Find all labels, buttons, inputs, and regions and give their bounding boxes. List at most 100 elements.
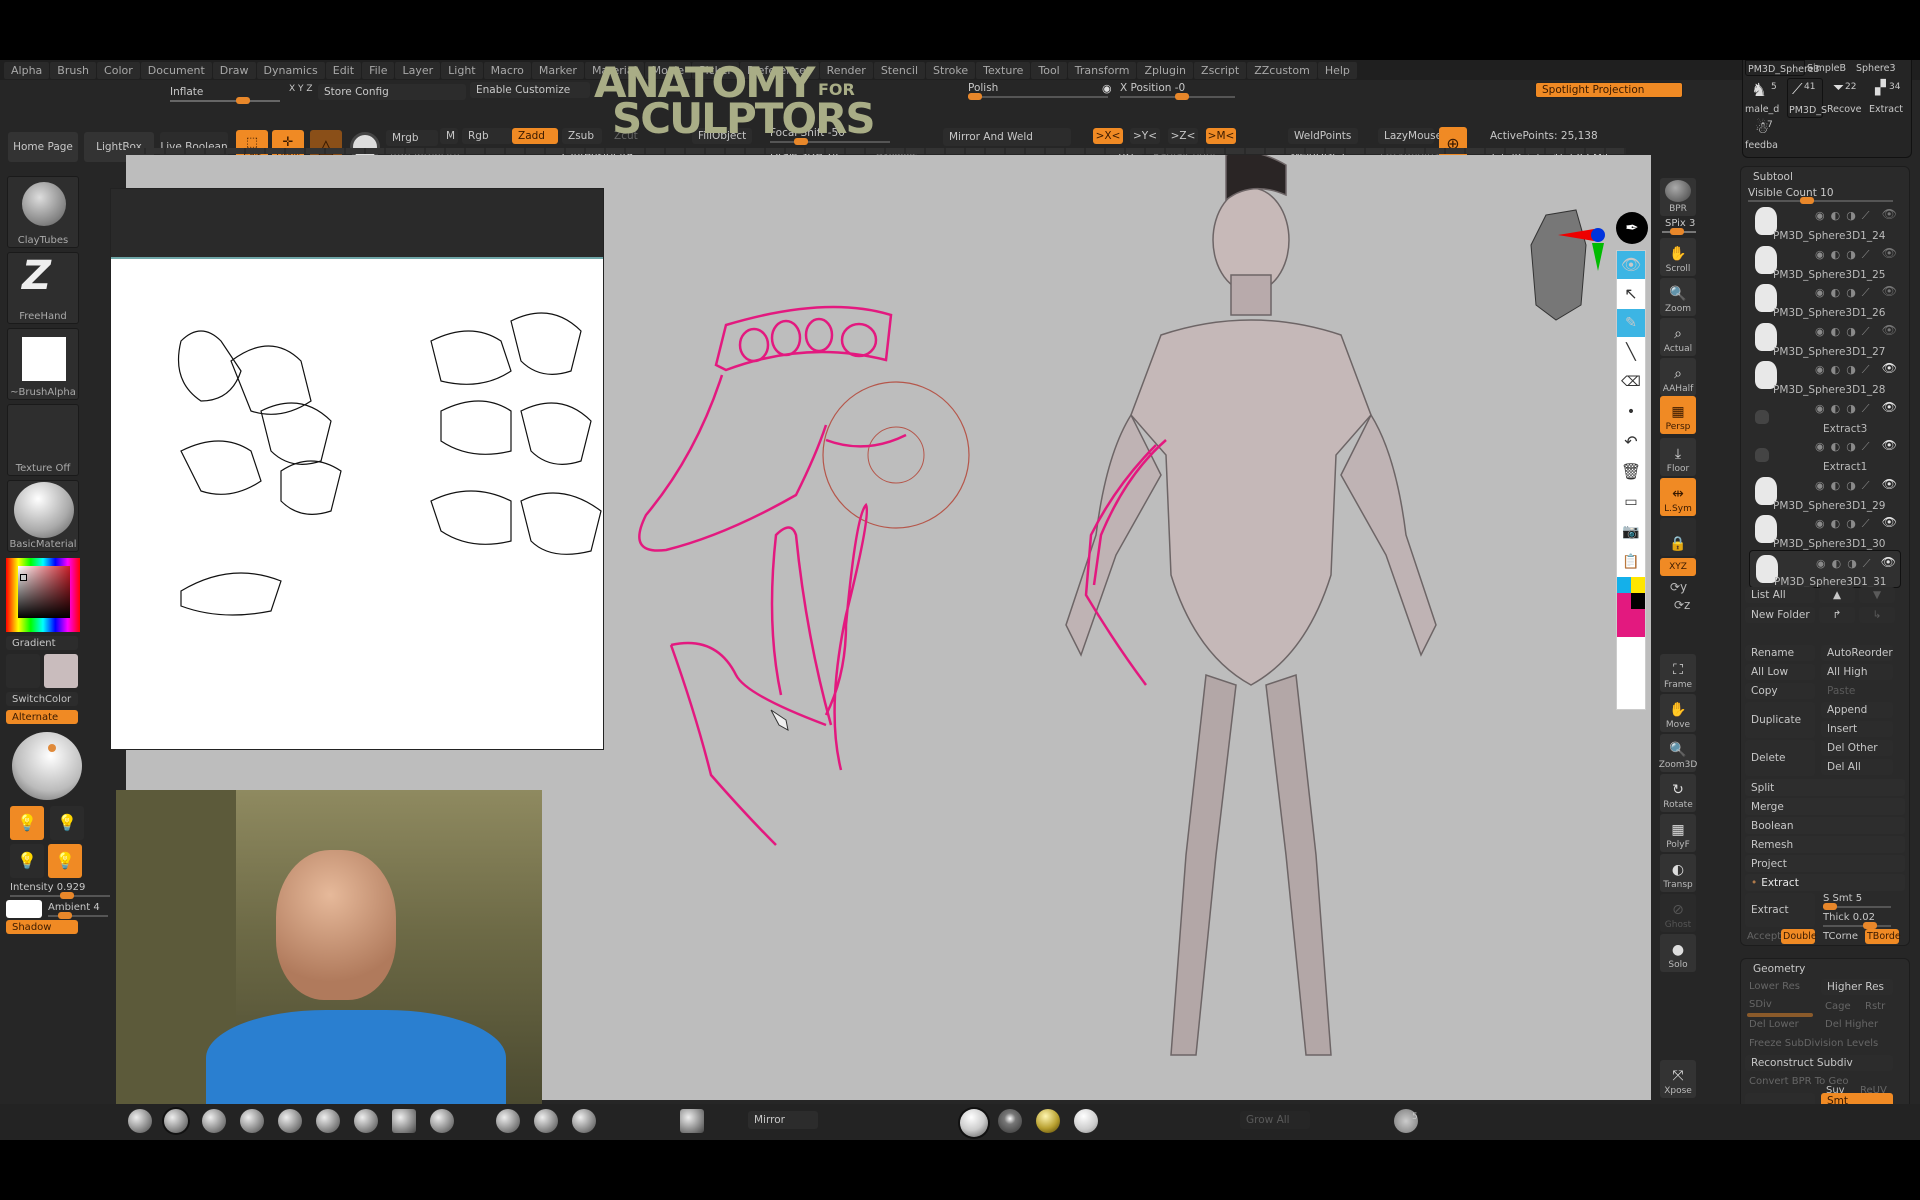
subtool-item[interactable]: ◉◐◑⟋ 👁 PM3D_Sphere3D1_27 <box>1749 319 1901 358</box>
material-thumb-gold[interactable] <box>1036 1109 1060 1133</box>
mrgb-button[interactable]: Mrgb <box>386 130 438 146</box>
subtool-item[interactable]: ◉◐◑⟋ 👁 PM3D_Sphere3D1_28 <box>1749 357 1901 396</box>
mirror-button[interactable]: Mirror <box>748 1111 818 1129</box>
del-other-button[interactable]: Del Other <box>1821 740 1893 756</box>
subtool-item[interactable]: ◉◐◑⟋ 👁 Extract1 <box>1749 434 1901 473</box>
menu-zplugin[interactable]: Zplugin <box>1137 61 1194 79</box>
symmetry-x-button[interactable]: >X< <box>1093 128 1123 144</box>
x-position-slider[interactable] <box>1120 93 1235 100</box>
light-bulb-3-icon[interactable]: 💡 <box>10 844 44 878</box>
visible-count-slider[interactable] <box>1748 197 1893 204</box>
remesh-section[interactable]: Remesh <box>1745 836 1905 853</box>
frame-button[interactable]: ⛶ Frame <box>1660 654 1696 692</box>
menu-texture[interactable]: Texture <box>976 61 1031 79</box>
brush-thumb-6[interactable] <box>316 1109 340 1133</box>
subtool-item[interactable]: ◉◐◑⟋ 👁 Extract3 <box>1749 396 1901 435</box>
tool-thumb-sphere3[interactable]: Sphere3 <box>1856 63 1896 74</box>
visibility-eye-icon[interactable]: 👁 <box>1882 323 1897 337</box>
tool-thumb-male[interactable]: ♞ 5 male_d <box>1745 78 1785 118</box>
rotate-button[interactable]: ↻ Rotate <box>1660 774 1696 812</box>
suv-toggle[interactable]: Suv <box>1826 1085 1845 1096</box>
tool-thumb-recover[interactable]: ⏷ 22 Recove <box>1827 78 1867 118</box>
subtool-item[interactable]: ◉◐◑⟋ 👁 PM3D_Sphere3D1_31 <box>1749 549 1901 588</box>
subtool-option-icons[interactable]: ◉◐◑⟋ <box>1815 248 1876 262</box>
menu-transform[interactable]: Transform <box>1067 61 1137 79</box>
subtool-item[interactable]: ◉◐◑⟋ 👁 PM3D_Sphere3D1_25 <box>1749 242 1901 281</box>
subtool-item[interactable]: ◉◐◑⟋ 👁 PM3D_Sphere3D1_30 <box>1749 511 1901 550</box>
rotate-y-icon[interactable]: ⟳y <box>1670 580 1687 594</box>
lower-res-button[interactable]: Lower Res <box>1749 981 1800 992</box>
redirect-down-button[interactable]: ↳ <box>1859 607 1895 623</box>
visibility-eye-icon[interactable]: 👁 <box>1882 361 1897 375</box>
weld-points-button[interactable]: WeldPoints <box>1288 128 1358 144</box>
reference-image-window[interactable] <box>110 188 604 750</box>
menu-tool[interactable]: Tool <box>1031 61 1067 79</box>
thick-slider[interactable] <box>1823 922 1891 929</box>
split-section[interactable]: Split <box>1745 779 1905 796</box>
subtool-option-icons[interactable]: ◉◐◑⟋ <box>1815 517 1876 531</box>
tool-thumb-extract[interactable]: ▞ 34 Extract <box>1869 78 1911 118</box>
move-up-button[interactable]: ▲ <box>1819 587 1855 603</box>
visibility-eye-icon[interactable]: 👁 <box>1882 515 1897 529</box>
alternate-button[interactable]: Alternate <box>6 710 78 724</box>
menu-stencil[interactable]: Stencil <box>873 61 926 79</box>
copy-button[interactable]: Copy <box>1745 683 1815 699</box>
visibility-eye-icon[interactable]: 👁 <box>1882 246 1897 260</box>
brush-thumb-4[interactable] <box>240 1109 264 1133</box>
color-picker-cursor[interactable] <box>20 574 27 581</box>
floor-button[interactable]: ⤓ Floor <box>1660 438 1696 476</box>
mirror-and-weld-button[interactable]: Mirror And Weld <box>943 128 1071 146</box>
move-button[interactable]: ✋ Move <box>1660 694 1696 732</box>
polish-circle-icon[interactable]: ◉ <box>1102 82 1112 95</box>
light-sphere[interactable] <box>12 732 82 800</box>
insert-button[interactable]: Insert <box>1821 721 1893 737</box>
cage-button[interactable]: Cage <box>1825 1001 1851 1012</box>
switch-color-button[interactable]: SwitchColor <box>6 692 78 706</box>
brush-thumb-5[interactable] <box>278 1109 302 1133</box>
intensity-slider[interactable] <box>10 892 110 899</box>
actual-button[interactable]: ⌕ Actual <box>1660 318 1696 356</box>
menu-stroke[interactable]: Stroke <box>926 61 976 79</box>
reconstruct-subdiv-button[interactable]: Reconstruct Subdiv <box>1745 1055 1893 1071</box>
color-palette[interactable] <box>1617 577 1645 593</box>
pencil-tool-icon[interactable]: ✎ <box>1617 309 1645 337</box>
trash-icon[interactable]: 🗑 <box>1617 457 1645 487</box>
new-folder-button[interactable]: New Folder <box>1745 607 1815 623</box>
light-bulb-2-icon[interactable]: 💡 <box>50 806 84 840</box>
visibility-eye-icon[interactable]: 👁 <box>1882 400 1897 414</box>
material-thumb-basic[interactable] <box>960 1109 988 1137</box>
menu-marker[interactable]: Marker <box>531 61 584 79</box>
menu-brush[interactable]: Brush <box>50 61 97 79</box>
brush-thumb-12[interactable] <box>572 1109 596 1133</box>
append-button[interactable]: Append <box>1821 702 1893 718</box>
brush-size-dot-icon[interactable]: • <box>1617 397 1645 427</box>
xyz-toggle[interactable]: X Y Z <box>289 84 313 94</box>
eye-icon[interactable]: 👁 <box>1617 251 1645 279</box>
brush-selector[interactable]: ClayTubes <box>7 176 79 248</box>
xpose-button[interactable]: ⤧ Xpose <box>1660 1060 1696 1098</box>
enable-customize-button[interactable]: Enable Customize <box>470 82 590 98</box>
light-bulb-4-icon[interactable]: 💡 <box>48 844 82 878</box>
rstr-button[interactable]: Rstr <box>1865 1001 1885 1012</box>
main-color-swatch[interactable] <box>6 654 40 688</box>
brush-thumb-3[interactable] <box>202 1109 226 1133</box>
camera-icon[interactable]: 📷 <box>1617 517 1645 547</box>
del-all-button[interactable]: Del All <box>1821 759 1893 775</box>
symmetry-z-button[interactable]: >Z< <box>1168 128 1198 144</box>
aahalf-button[interactable]: ⌕ AAHalf <box>1660 358 1696 396</box>
double-toggle[interactable]: Double <box>1781 929 1817 944</box>
duplicate-button[interactable]: Duplicate <box>1745 702 1815 738</box>
extract-button[interactable]: Extract <box>1745 893 1815 927</box>
sdiv-slider[interactable] <box>1747 1013 1813 1017</box>
camera-lock-button[interactable]: 🔒 <box>1660 518 1696 556</box>
scroll-button[interactable]: ✋ Scroll <box>1660 238 1696 276</box>
menu-edit[interactable]: Edit <box>325 61 362 79</box>
menu-file[interactable]: File <box>362 61 395 79</box>
pen-nib-icon[interactable]: ✒ <box>1616 212 1648 244</box>
accept-button[interactable]: Accept <box>1747 931 1781 942</box>
brush-thumb-10[interactable] <box>496 1109 520 1133</box>
shadow-button[interactable]: Shadow <box>6 920 78 934</box>
transp-button[interactable]: ◐ Transp <box>1660 854 1696 892</box>
visibility-eye-icon[interactable]: 👁 <box>1882 207 1897 221</box>
ambient-slider[interactable] <box>48 912 108 919</box>
